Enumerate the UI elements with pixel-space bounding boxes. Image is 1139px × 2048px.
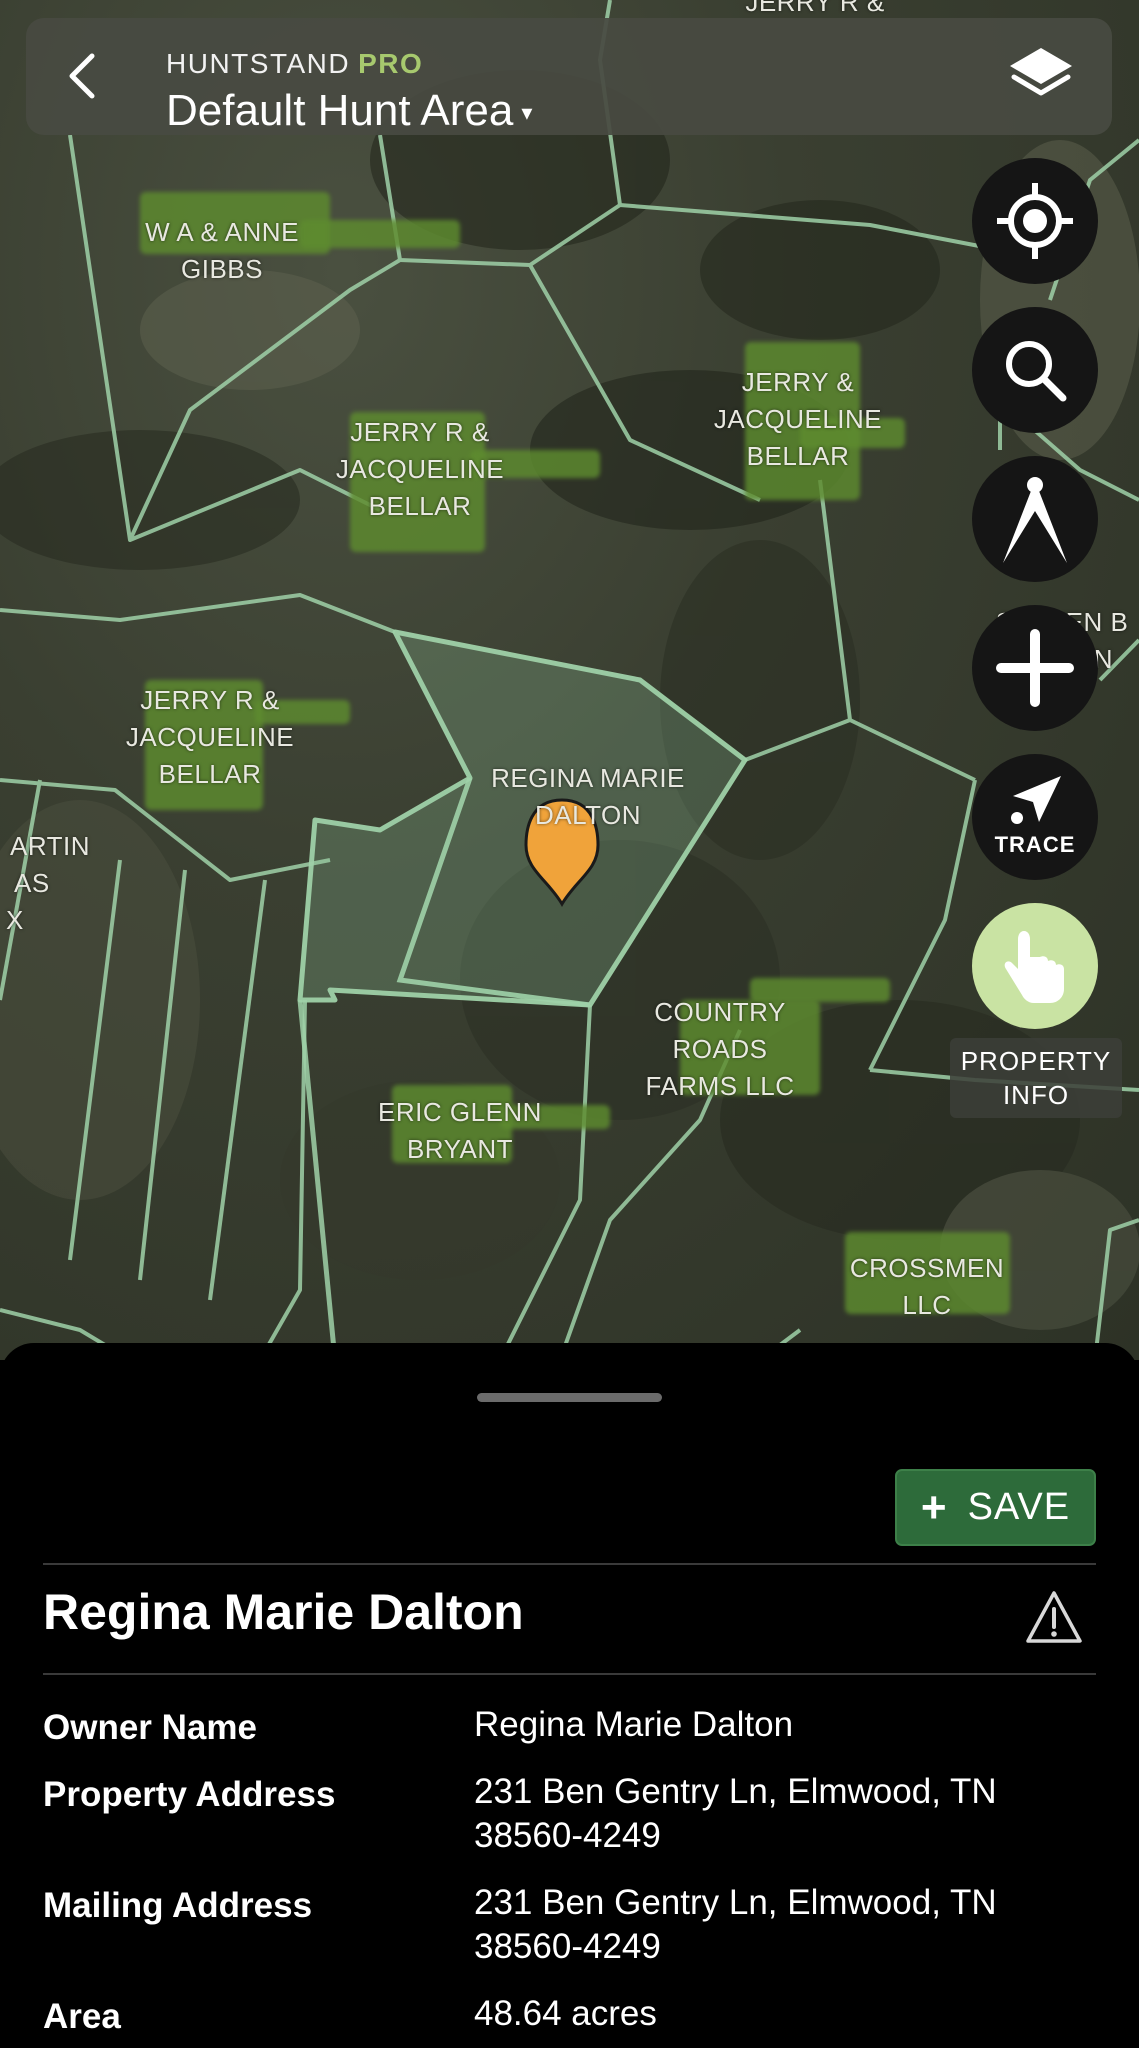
property-info-label: PROPERTY INFO [950, 1038, 1122, 1118]
crosshair-icon [997, 183, 1073, 259]
trace-arrow-icon [1011, 776, 1061, 824]
parcel-label: JERRY R & JACQUELINE BELLAR [125, 685, 295, 789]
back-button[interactable] [56, 48, 112, 104]
parcel-label: CROSSMEN LLC [849, 1253, 1005, 1320]
property-info-label-line: INFO [1002, 1080, 1070, 1110]
sheet-grabber[interactable] [477, 1393, 662, 1402]
owner-name-label: Owner Name [43, 1708, 257, 1747]
property-address-value: 231 Ben Gentry Ln, Elmwood, TN 38560-424… [474, 1770, 1094, 1858]
parcel-label: JERRY & JACQUELINE BELLAR [713, 367, 883, 471]
save-label: SAVE [967, 1486, 1071, 1528]
hunt-area-title: Default Hunt Area [166, 86, 514, 135]
layers-button[interactable] [1006, 44, 1076, 110]
search-button[interactable] [972, 307, 1098, 433]
measure-button[interactable] [972, 456, 1098, 582]
app-name-text: HUNTSTAND [166, 48, 351, 79]
warning-triangle-icon [1026, 1591, 1082, 1643]
locate-button[interactable] [972, 158, 1098, 284]
app-tier-badge: PRO [358, 48, 424, 79]
parcel-label: ERIC GLENN BRYANT [378, 1097, 542, 1164]
plus-icon: + [920, 1482, 948, 1532]
parcel-label: COUNTRY ROADS FARMS LLC [645, 997, 795, 1101]
owner-name-value: Regina Marie Dalton [474, 1705, 794, 1744]
area-value: 48.64 acres [474, 1994, 657, 2033]
parcel-label: W A & ANNE GIBBS [145, 217, 299, 284]
property-address-label: Property Address [43, 1775, 336, 1814]
top-bar: HUNTSTAND PRO Default Hunt Area ▾ [26, 18, 1112, 135]
satellite-map[interactable]: JERRY R & W A & ANNE GIBBS JERRY R & JACQU… [0, 0, 1139, 1360]
tap-hand-icon [1004, 931, 1064, 1003]
property-info-button[interactable] [972, 903, 1098, 1029]
app-name: HUNTSTAND PRO [166, 48, 423, 80]
plus-icon [996, 629, 1074, 707]
divider [43, 1673, 1096, 1675]
add-button[interactable] [972, 605, 1098, 731]
address-line: 231 Ben Gentry Ln, Elmwood, TN [474, 1883, 997, 1922]
layers-icon [1010, 48, 1072, 96]
property-sheet: + SAVE Regina Marie Dalton Owner Name Re… [0, 1343, 1139, 2048]
parcel-label: ARTIN AS X [6, 831, 91, 935]
area-label: Area [43, 1997, 121, 2036]
search-icon [1006, 341, 1067, 402]
mailing-address-value: 231 Ben Gentry Ln, Elmwood, TN 38560-424… [474, 1881, 1094, 1969]
divider [43, 1563, 1096, 1565]
mailing-address-label: Mailing Address [43, 1886, 313, 1925]
property-info-label-line: PROPERTY [960, 1046, 1112, 1076]
address-line: 231 Ben Gentry Ln, Elmwood, TN [474, 1772, 997, 1811]
address-line: 38560-4249 [474, 1927, 661, 1966]
trace-label: TRACE [994, 832, 1076, 857]
trace-button[interactable]: TRACE [972, 754, 1098, 880]
address-line: 38560-4249 [474, 1816, 661, 1855]
chevron-left-icon [69, 53, 95, 99]
save-button[interactable]: + SAVE [895, 1469, 1096, 1546]
compass-icon [1003, 477, 1067, 563]
property-owner-title: Regina Marie Dalton [43, 1584, 524, 1640]
report-issue-button[interactable] [1025, 1589, 1083, 1645]
hunt-area-selector[interactable]: Default Hunt Area ▾ [166, 86, 532, 136]
caret-down-icon: ▾ [521, 100, 533, 126]
parcel-label: JERRY R & JACQUELINE BELLAR [335, 417, 505, 521]
parcel-label-selected: REGINA MARIE DALTON [491, 763, 685, 830]
